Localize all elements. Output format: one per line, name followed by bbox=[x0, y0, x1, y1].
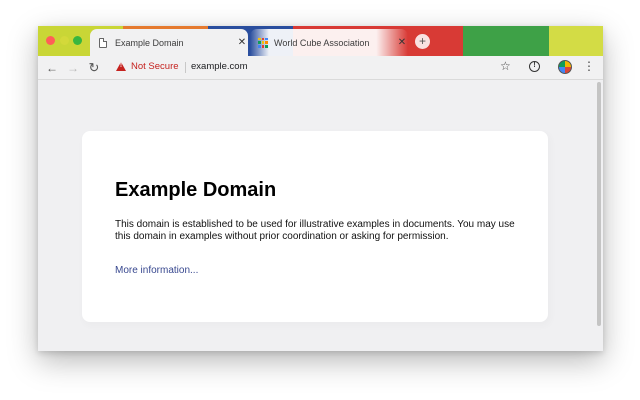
warning-icon bbox=[116, 62, 126, 71]
scrollbar-thumb[interactable] bbox=[597, 82, 601, 326]
close-icon[interactable]: ✕ bbox=[396, 37, 408, 48]
security-indicator[interactable]: Not Secure bbox=[131, 61, 179, 72]
close-icon[interactable]: ✕ bbox=[236, 37, 248, 48]
page-description: This domain is established to be used fo… bbox=[115, 219, 515, 242]
new-tab-button[interactable]: + bbox=[415, 34, 430, 49]
tab-title: World Cube Association bbox=[274, 37, 370, 48]
avatar-icon[interactable] bbox=[558, 60, 572, 74]
star-icon[interactable]: ☆ bbox=[500, 59, 511, 73]
scrollbar[interactable] bbox=[595, 80, 603, 351]
arrow-right-icon[interactable]: → bbox=[65, 60, 81, 76]
address-bar[interactable]: example.com bbox=[191, 61, 248, 72]
document-icon bbox=[99, 37, 107, 48]
tab-title: Example Domain bbox=[115, 37, 184, 48]
browser-toolbar: ← → ↻ Not Secure example.com ☆ ! ⋮ bbox=[38, 56, 603, 80]
more-information-link[interactable]: More information... bbox=[115, 265, 198, 276]
content-card: Example Domain This domain is establishe… bbox=[82, 131, 548, 322]
reload-icon[interactable]: ↻ bbox=[86, 60, 102, 76]
rubiks-cube-icon bbox=[258, 37, 268, 48]
page-viewport: Example Domain This domain is establishe… bbox=[38, 80, 603, 351]
arrow-left-icon[interactable]: ← bbox=[44, 60, 60, 76]
tabstrip-stripe bbox=[549, 26, 603, 56]
address-separator bbox=[185, 62, 186, 73]
tab-strip: Example Domain ✕ World Cube Association … bbox=[38, 26, 603, 56]
tabstrip-stripe bbox=[463, 26, 549, 56]
tab-world-cube-association[interactable]: World Cube Association ✕ bbox=[250, 29, 408, 56]
page-title: Example Domain bbox=[115, 179, 277, 201]
info-circle-icon[interactable]: ! bbox=[529, 61, 540, 72]
browser-window: Example Domain ✕ World Cube Association … bbox=[38, 26, 603, 351]
tab-example-domain[interactable]: Example Domain ✕ bbox=[90, 29, 248, 56]
window-close-button[interactable] bbox=[46, 36, 55, 45]
window-minimize-button[interactable] bbox=[60, 36, 69, 45]
window-zoom-button[interactable] bbox=[73, 36, 82, 45]
kebab-menu-icon[interactable]: ⋮ bbox=[583, 59, 595, 73]
